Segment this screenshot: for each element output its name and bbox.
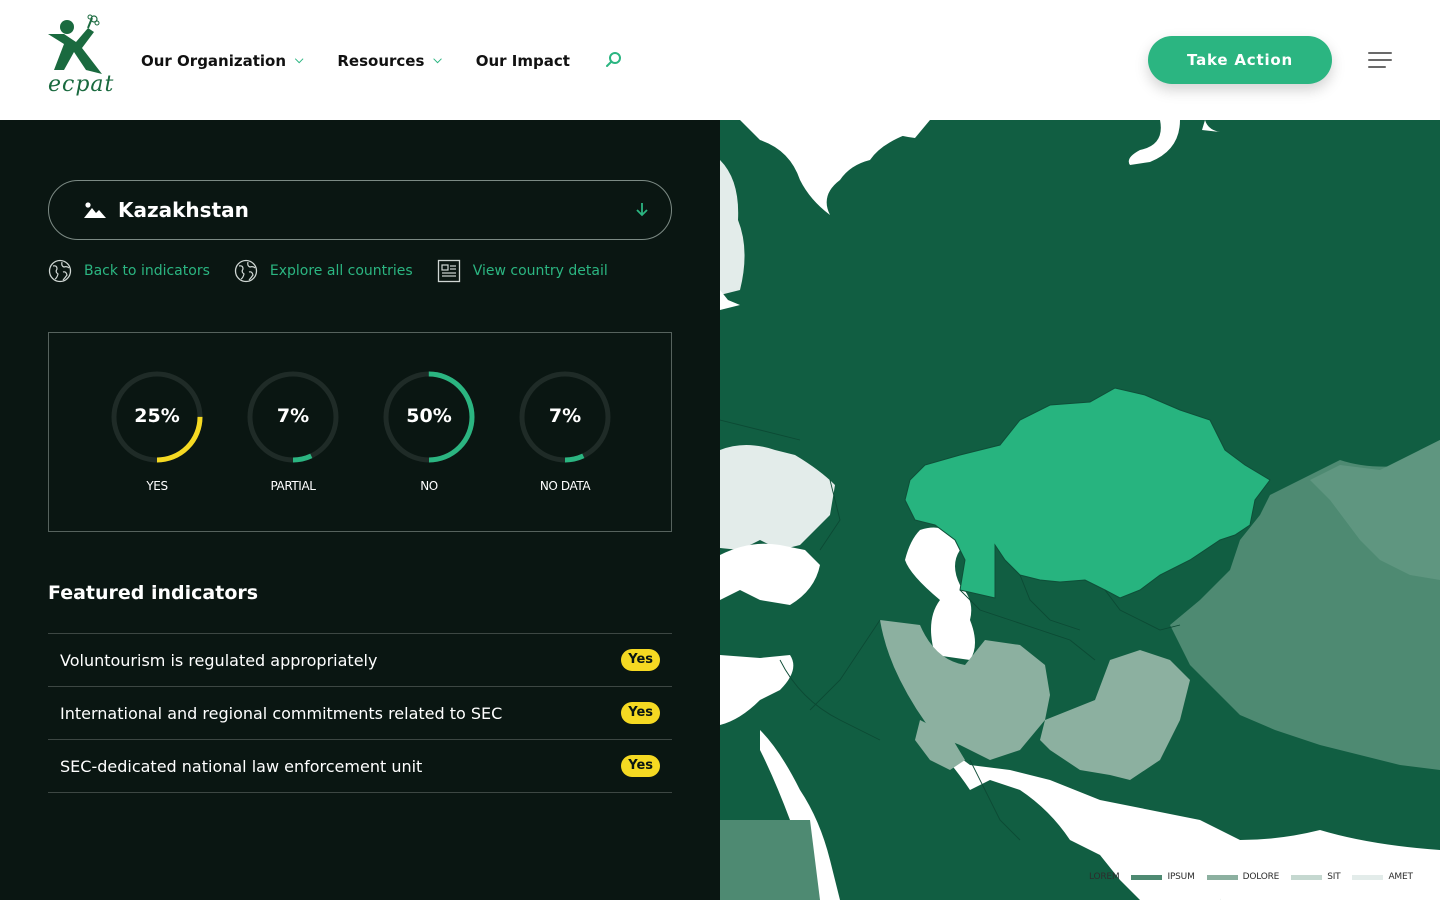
indicator-text: SEC-dedicated national law enforcement u… xyxy=(60,756,423,776)
mountain-icon xyxy=(84,202,106,218)
indicator-row[interactable]: Voluntourism is regulated appropriately … xyxy=(48,634,672,687)
nav-label: Our Impact xyxy=(475,52,570,70)
legend-label: AMET xyxy=(1388,872,1413,882)
stat-label: YES xyxy=(146,479,168,493)
country-name: Kazakhstan xyxy=(118,198,249,222)
legend-label: LOREM xyxy=(1089,872,1120,882)
legend-item: SIT xyxy=(1291,872,1341,882)
stat-no-data: 7% NO DATA xyxy=(515,367,615,493)
yes-badge: Yes xyxy=(621,755,660,777)
site-header: ecpat Our Organization ⌵ Resources ⌵ Our… xyxy=(0,0,1440,120)
legend-swatch xyxy=(1131,874,1163,880)
legend-label: SIT xyxy=(1327,872,1341,882)
take-action-button[interactable]: Take Action xyxy=(1148,36,1332,84)
link-label: Back to indicators xyxy=(84,263,210,279)
sea xyxy=(1220,830,1440,900)
donut-chart: 7% xyxy=(515,367,615,467)
legend-swatch xyxy=(1206,874,1238,880)
search-icon[interactable] xyxy=(604,50,624,70)
region-amet xyxy=(720,160,745,295)
legend-item: IPSUM xyxy=(1131,872,1195,882)
indicator-row[interactable]: International and regional commitments r… xyxy=(48,687,672,740)
ecpat-logo[interactable]: ecpat xyxy=(44,14,113,102)
stat-percent: 7% xyxy=(548,405,582,427)
world-map[interactable] xyxy=(720,120,1440,900)
map-legend: LOREM IPSUM DOLORE SIT AMET xyxy=(1053,870,1425,884)
nav-resources[interactable]: Resources ⌵ xyxy=(337,52,441,70)
nav-our-impact[interactable]: Our Impact xyxy=(476,52,570,70)
nav-label: Resources xyxy=(337,52,425,70)
map-canvas xyxy=(720,120,1440,900)
country-panel: Kazakhstan Back to indicators Explore al… xyxy=(0,120,720,900)
stats-box: 25% YES 7% PARTIAL 50% NO 7% NO DATA xyxy=(48,332,672,532)
featured-indicators-title: Featured indicators xyxy=(48,582,259,604)
sea xyxy=(720,655,794,725)
stat-percent: 25% xyxy=(134,405,180,427)
sea xyxy=(720,543,820,605)
document-icon xyxy=(437,259,460,283)
indicator-row[interactable]: SEC-dedicated national law enforcement u… xyxy=(48,740,672,793)
chevron-down-icon: ⌵ xyxy=(433,53,442,66)
back-to-indicators-link[interactable]: Back to indicators xyxy=(48,259,210,283)
nav-label: Our Organization xyxy=(141,52,287,70)
legend-item: LOREM xyxy=(1053,872,1120,882)
link-label: Explore all countries xyxy=(269,263,413,279)
legend-swatch xyxy=(1352,874,1384,880)
legend-swatch xyxy=(1291,874,1323,880)
view-country-detail-link[interactable]: View country detail xyxy=(437,259,608,283)
logo-text: ecpat xyxy=(48,72,115,97)
stat-label: NO xyxy=(420,479,438,493)
arrow-down-icon xyxy=(636,203,648,217)
hamburger-icon[interactable] xyxy=(1368,52,1392,70)
stat-percent: 50% xyxy=(406,405,452,427)
legend-label: IPSUM xyxy=(1167,872,1195,882)
nav-our-organization[interactable]: Our Organization ⌵ xyxy=(141,52,303,70)
chevron-down-icon: ⌵ xyxy=(295,53,304,66)
stat-percent: 7% xyxy=(276,405,310,427)
yes-badge: Yes xyxy=(621,702,660,724)
legend-item: DOLORE xyxy=(1206,872,1280,882)
stat-no: 50% NO xyxy=(379,367,479,493)
stat-partial: 7% PARTIAL xyxy=(243,367,343,493)
legend-item: AMET xyxy=(1352,872,1413,882)
donut-chart: 25% xyxy=(107,367,207,467)
donut-chart: 7% xyxy=(243,367,343,467)
donut-chart: 50% xyxy=(379,367,479,467)
country-links: Back to indicators Explore all countries… xyxy=(48,258,632,284)
sea xyxy=(1128,120,1180,165)
legend-swatch xyxy=(1053,874,1084,880)
stat-yes: 25% YES xyxy=(107,367,207,493)
indicator-text: International and regional commitments r… xyxy=(60,703,503,723)
globe-icon xyxy=(234,259,258,283)
region-amet xyxy=(720,445,835,550)
yes-badge: Yes xyxy=(621,649,660,671)
indicator-list: Voluntourism is regulated appropriately … xyxy=(48,633,672,793)
logo-figure-icon xyxy=(48,14,102,74)
indicator-text: Voluntourism is regulated appropriately xyxy=(60,650,378,670)
sea xyxy=(1202,120,1220,132)
link-label: View country detail xyxy=(472,263,608,279)
explore-all-countries-link[interactable]: Explore all countries xyxy=(234,259,413,283)
legend-label: DOLORE xyxy=(1242,872,1280,882)
globe-icon xyxy=(48,259,72,283)
stat-label: NO DATA xyxy=(539,479,591,493)
sea xyxy=(740,120,905,215)
stat-label: PARTIAL xyxy=(270,479,316,493)
region-dolore xyxy=(1040,650,1190,780)
country-selector[interactable]: Kazakhstan xyxy=(48,180,672,240)
region-ipsum xyxy=(720,820,820,900)
main-nav: Our Organization ⌵ Resources ⌵ Our Impac… xyxy=(141,48,624,74)
country-kazakhstan[interactable] xyxy=(904,387,1271,599)
